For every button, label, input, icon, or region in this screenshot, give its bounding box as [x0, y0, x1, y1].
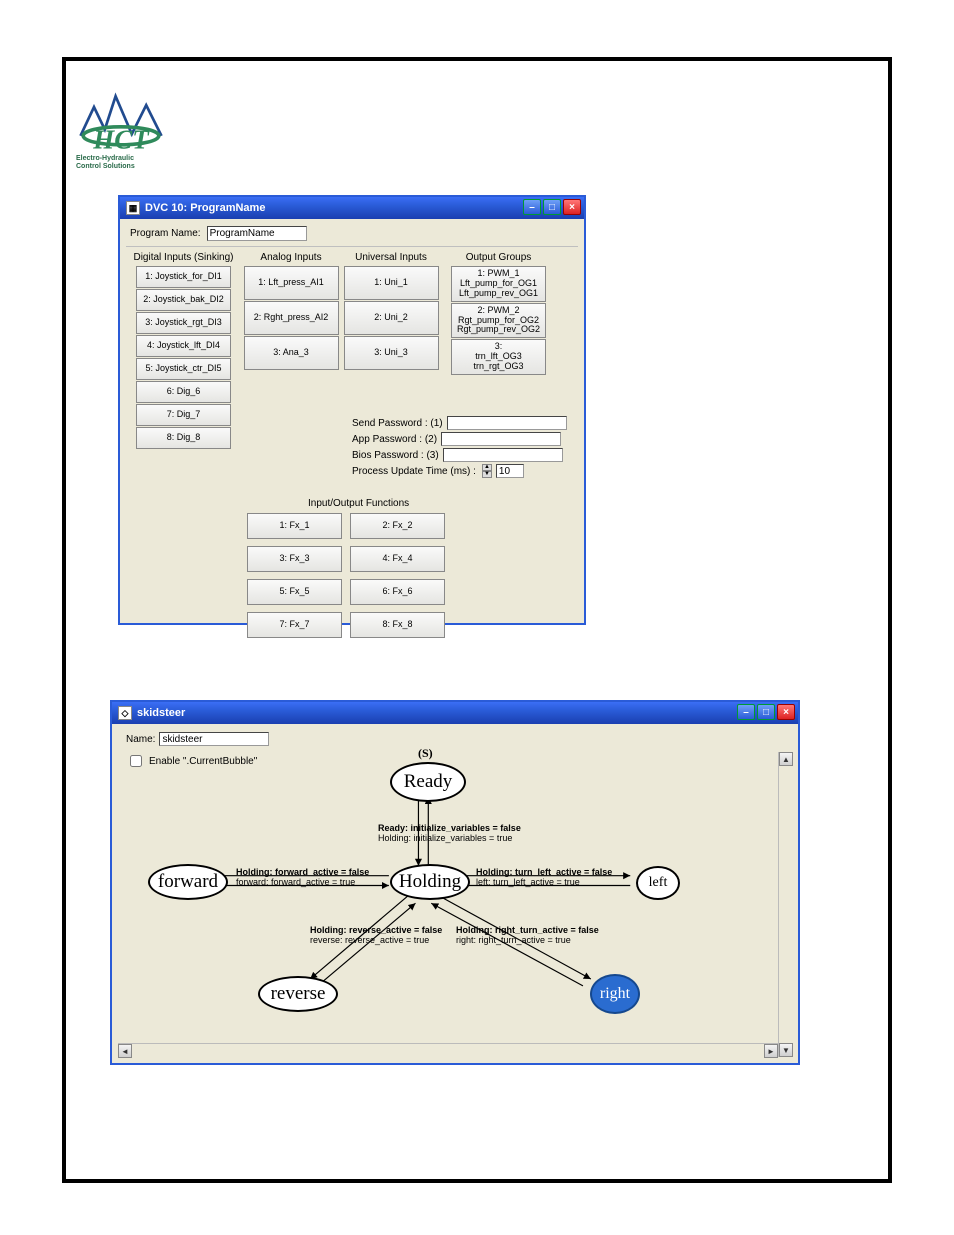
bubble-right[interactable]: right	[590, 974, 640, 1014]
send-password-input[interactable]	[447, 416, 567, 430]
trans-holding-left-2: left: turn_left_active = true	[476, 877, 580, 887]
dig-1[interactable]: 1: Joystick_for_DI1	[136, 266, 231, 288]
dig-5[interactable]: 5: Joystick_ctr_DI5	[136, 358, 231, 380]
header-analog-inputs: Analog Inputs	[241, 249, 341, 265]
maximize-button[interactable]: □	[543, 199, 561, 215]
app-password-input[interactable]	[441, 432, 561, 446]
dig-2[interactable]: 2: Joystick_bak_DI2	[136, 289, 231, 311]
trans-holding-reverse-2: reverse: reverse_active = true	[310, 935, 429, 945]
skidsteer-title-icon: ◇	[118, 706, 132, 720]
fx-1[interactable]: 1: Fx_1	[247, 513, 342, 539]
process-update-time-label: Process Update Time (ms) :	[352, 466, 476, 477]
uni-2[interactable]: 2: Uni_2	[344, 301, 439, 335]
scroll-right-button[interactable]: ►	[764, 1044, 778, 1058]
dvc10-titlebar[interactable]: ▦ DVC 10: ProgramName – □ ×	[120, 197, 584, 219]
trans-holding-right-1: Holding: right_turn_active = false	[456, 925, 599, 935]
bubble-reverse[interactable]: reverse	[258, 976, 338, 1012]
close-button[interactable]: ×	[563, 199, 581, 215]
trans-ready-holding-1: Ready: initialize_variables = false	[378, 823, 521, 833]
bios-password-label: Bios Password : (3)	[352, 450, 439, 461]
program-name-input[interactable]	[207, 226, 307, 241]
minimize-button[interactable]: –	[523, 199, 541, 215]
fx-8[interactable]: 8: Fx_8	[350, 612, 445, 638]
dig-8[interactable]: 8: Dig_8	[136, 427, 231, 449]
send-password-label: Send Password : (1)	[352, 418, 443, 429]
scroll-up-button[interactable]: ▲	[779, 752, 793, 766]
bios-password-input[interactable]	[443, 448, 563, 462]
logo-tagline-1: Electro-Hydraulic	[76, 155, 134, 162]
scroll-down-button[interactable]: ▼	[779, 1043, 793, 1057]
header-universal-inputs: Universal Inputs	[341, 249, 441, 265]
minimize-button[interactable]: –	[737, 704, 755, 720]
maximize-button[interactable]: □	[757, 704, 775, 720]
dvc10-title-text: DVC 10: ProgramName	[145, 202, 265, 214]
svg-text:HCT: HCT	[92, 124, 150, 154]
program-name-label: Program Name:	[130, 228, 201, 239]
fx-4[interactable]: 4: Fx_4	[350, 546, 445, 572]
header-output-groups: Output Groups	[441, 249, 556, 265]
app-password-label: App Password : (2)	[352, 434, 437, 445]
dig-6[interactable]: 6: Dig_6	[136, 381, 231, 403]
out-2[interactable]: 2: PWM_2 Rgt_pump_for_OG2 Rgt_pump_rev_O…	[451, 303, 546, 339]
fx-5[interactable]: 5: Fx_5	[247, 579, 342, 605]
state-diagram[interactable]: (S) Ready Holding forward left reverse r…	[118, 728, 778, 1043]
bubble-ready[interactable]: Ready	[390, 762, 466, 802]
trans-holding-forward-2: forward: forward_active = true	[236, 877, 355, 887]
trans-holding-forward-1: Holding: forward_active = false	[236, 867, 369, 877]
ana-3[interactable]: 3: Ana_3	[244, 336, 339, 370]
fx-2[interactable]: 2: Fx_2	[350, 513, 445, 539]
out-1[interactable]: 1: PWM_1 Lft_pump_for_OG1 Lft_pump_rev_O…	[451, 266, 546, 302]
horizontal-scrollbar[interactable]: ◄ ►	[118, 1043, 778, 1057]
dvc10-title-icon: ▦	[126, 201, 140, 215]
bubble-holding[interactable]: Holding	[390, 864, 470, 900]
bubble-forward[interactable]: forward	[148, 864, 228, 900]
fx-3[interactable]: 3: Fx_3	[247, 546, 342, 572]
ana-1[interactable]: 1: Lft_press_AI1	[244, 266, 339, 300]
ana-2[interactable]: 2: Rght_press_AI2	[244, 301, 339, 335]
trans-holding-left-1: Holding: turn_left_active = false	[476, 867, 612, 877]
uni-3[interactable]: 3: Uni_3	[344, 336, 439, 370]
logo-tagline-2: Control Solutions	[76, 163, 135, 170]
vertical-scrollbar[interactable]: ▲ ▼	[778, 752, 792, 1057]
header-digital-inputs: Digital Inputs (Sinking)	[126, 249, 241, 265]
out-3[interactable]: 3: trn_lft_OG3 trn_rgt_OG3	[451, 339, 546, 375]
bubble-left[interactable]: left	[636, 866, 680, 900]
fx-7[interactable]: 7: Fx_7	[247, 612, 342, 638]
dvc10-window: ▦ DVC 10: ProgramName – □ × Program Name…	[118, 195, 586, 625]
dig-7[interactable]: 7: Dig_7	[136, 404, 231, 426]
start-marker: (S)	[418, 746, 433, 761]
dig-4[interactable]: 4: Joystick_lft_DI4	[136, 335, 231, 357]
uni-1[interactable]: 1: Uni_1	[344, 266, 439, 300]
trans-ready-holding-2: Holding: initialize_variables = true	[378, 833, 512, 843]
scroll-left-button[interactable]: ◄	[118, 1044, 132, 1058]
skidsteer-title-text: skidsteer	[137, 707, 185, 719]
trans-holding-reverse-1: Holding: reverse_active = false	[310, 925, 442, 935]
trans-holding-right-2: right: right_turn_active = true	[456, 935, 571, 945]
fx-6[interactable]: 6: Fx_6	[350, 579, 445, 605]
dig-3[interactable]: 3: Joystick_rgt_DI3	[136, 312, 231, 334]
skidsteer-titlebar[interactable]: ◇ skidsteer – □ ×	[112, 702, 798, 724]
close-button[interactable]: ×	[777, 704, 795, 720]
process-update-time-input[interactable]	[496, 464, 524, 478]
io-functions-header: Input/Output Functions	[308, 498, 409, 509]
process-update-time-spinner[interactable]: ▲▼	[482, 464, 492, 478]
skidsteer-window: ◇ skidsteer – □ × Name: Enable ".Current…	[110, 700, 800, 1065]
